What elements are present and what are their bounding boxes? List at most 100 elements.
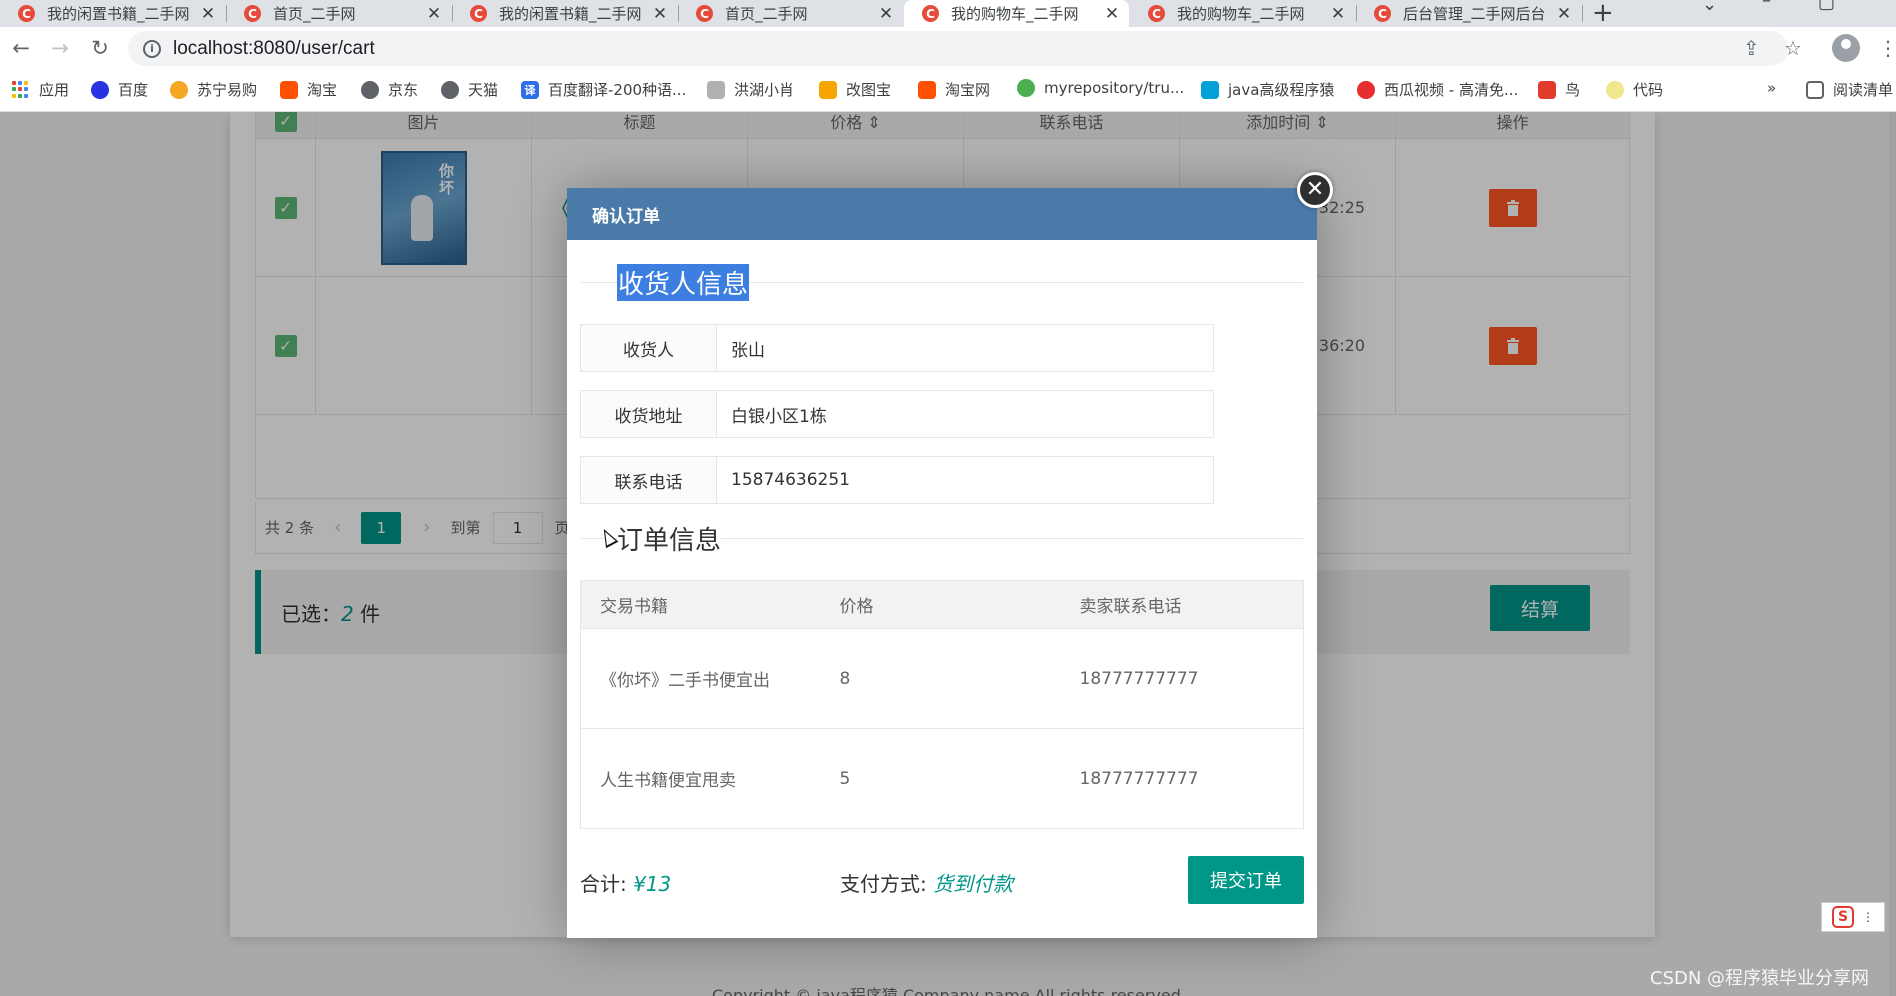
- bookmark-gaitubao[interactable]: 改图宝: [819, 79, 891, 100]
- bookmark-baidu-translate[interactable]: 译百度翻译-200种语...: [521, 79, 686, 100]
- xigua-icon: [1357, 80, 1375, 99]
- bookmark-bird[interactable]: 鸟: [1538, 79, 1580, 100]
- url-text: localhost:8080/user/cart: [173, 37, 375, 59]
- tab-5[interactable]: C 我的购物车_二手网 ✕: [1130, 0, 1355, 27]
- share-icon[interactable]: ⇪: [1743, 36, 1760, 60]
- bookmark-label: 改图宝: [846, 81, 892, 99]
- bookmark-label: 苏宁易购: [197, 81, 258, 99]
- tab-close-icon[interactable]: ✕: [423, 4, 445, 24]
- bookmark-jd[interactable]: 京东: [361, 79, 418, 100]
- bookmark-taobao[interactable]: 淘宝: [280, 79, 337, 100]
- bookmark-code[interactable]: 代码: [1606, 79, 1663, 100]
- address-bar: ← → ↻ i localhost:8080/user/cart ⇪ ☆ ⋮: [0, 27, 1896, 70]
- dialog-footer: 合计: ¥13 支付方式: 货到付款 提交订单: [580, 856, 1304, 906]
- bookmark-suning[interactable]: 苏宁易购: [170, 79, 257, 100]
- code-icon: [1606, 80, 1624, 99]
- csdn-favicon-icon: C: [244, 5, 261, 22]
- receiver-name-input[interactable]: 张山: [717, 325, 1213, 371]
- tab-close-icon[interactable]: ✕: [1327, 4, 1349, 24]
- back-arrow-icon[interactable]: ←: [8, 35, 34, 61]
- bookmark-java[interactable]: java高级程序猿: [1201, 79, 1334, 100]
- ime-menu-icon[interactable]: ⋮: [1862, 910, 1874, 924]
- csdn-favicon-icon: C: [922, 5, 939, 22]
- dialog-title: 确认订单: [567, 188, 1317, 240]
- tab-4-active[interactable]: C 我的购物车_二手网 ✕: [904, 0, 1129, 27]
- tab-3[interactable]: C 首页_二手网 ✕: [678, 0, 903, 27]
- tab-search-icon[interactable]: ⌄: [1702, 0, 1717, 15]
- reading-list-icon: [1806, 80, 1824, 99]
- menu-kebab-icon[interactable]: ⋮: [1878, 36, 1896, 60]
- payment-method: 支付方式: 货到付款: [840, 868, 1013, 897]
- bird-icon: [1538, 80, 1556, 99]
- tab-0[interactable]: C 我的闲置书籍_二手网 ✕: [0, 0, 225, 27]
- tab-strip: C 我的闲置书籍_二手网 ✕ C 首页_二手网 ✕ C 我的闲置书籍_二手网 ✕ C 首页_二…: [0, 0, 1896, 27]
- maximize-icon[interactable]: ▢: [1818, 0, 1835, 13]
- taobao-icon: [280, 80, 298, 99]
- bookmark-xigua[interactable]: 西瓜视频 - 高清免...: [1357, 79, 1518, 100]
- site-info-icon[interactable]: i: [143, 39, 161, 58]
- ime-toolbar[interactable]: S ⋮: [1821, 902, 1885, 932]
- tab-close-icon[interactable]: ✕: [1553, 4, 1575, 24]
- csdn-favicon-icon: C: [470, 5, 487, 22]
- bookmark-honghu[interactable]: 洪湖小肖: [707, 79, 794, 100]
- tab-label: 首页_二手网: [725, 5, 808, 23]
- csdn-favicon-icon: C: [696, 5, 713, 22]
- bookmark-label: 代码: [1633, 81, 1664, 99]
- reading-list[interactable]: 阅读清单: [1806, 79, 1893, 100]
- reload-icon[interactable]: ↻: [87, 35, 113, 61]
- tab-label: 我的购物车_二手网: [1177, 5, 1305, 23]
- pay-label: 支付方式:: [840, 872, 927, 896]
- csdn-favicon-icon: C: [1148, 5, 1165, 22]
- scrollbar[interactable]: [1889, 112, 1896, 996]
- bookmark-baidu[interactable]: 百度: [91, 79, 148, 100]
- tab-close-icon[interactable]: ✕: [875, 4, 897, 24]
- tab-close-icon[interactable]: ✕: [197, 4, 219, 24]
- bookmarks-bar: 应用 百度 苏宁易购 淘宝 京东 天猫 译百度翻译-200种语... 洪湖小肖 …: [0, 70, 1896, 112]
- bookmark-label: 鸟: [1565, 81, 1581, 99]
- order-total: 合计: ¥13: [580, 868, 671, 897]
- bookmark-label: 天猫: [468, 81, 499, 99]
- bookmark-tmall[interactable]: 天猫: [441, 79, 498, 100]
- sogou-ime-icon[interactable]: S: [1832, 906, 1854, 928]
- bookmark-label: 应用: [39, 81, 70, 99]
- order-row: 《你坏》二手书便宜出 8 18777777777: [580, 628, 1304, 729]
- total-label: 合计:: [580, 872, 627, 896]
- apps-grid-icon: [12, 80, 30, 99]
- globe-icon: [441, 80, 459, 99]
- pay-value: 货到付款: [933, 872, 1014, 896]
- bilibili-tv-icon: [1201, 80, 1219, 99]
- url-field[interactable]: i localhost:8080/user/cart: [128, 31, 1788, 66]
- order-row: 人生书籍便宜甩卖 5 18777777777: [580, 728, 1304, 829]
- order-section-title: 订单信息: [617, 520, 722, 557]
- tab-2[interactable]: C 我的闲置书籍_二手网 ✕: [452, 0, 677, 27]
- receiver-address-row: 收货地址 白银小区1栋: [580, 390, 1214, 438]
- dialog-close-icon[interactable]: ✕: [1297, 172, 1333, 208]
- receiver-name-row: 收货人 张山: [580, 324, 1214, 372]
- forward-arrow-icon[interactable]: →: [47, 35, 73, 61]
- bookmark-taobaowang[interactable]: 淘宝网: [918, 79, 990, 100]
- bird-icon: [707, 80, 725, 99]
- bookmarks-overflow-icon[interactable]: »: [1767, 79, 1776, 97]
- new-tab-button[interactable]: +: [1592, 0, 1614, 27]
- baidu-paw-icon: [91, 80, 109, 99]
- bookmark-label: 京东: [388, 81, 419, 99]
- tab-close-icon[interactable]: ✕: [649, 4, 671, 24]
- tab-label: 我的闲置书籍_二手网: [47, 5, 190, 23]
- tab-1[interactable]: C 首页_二手网 ✕: [226, 0, 451, 27]
- minimize-icon[interactable]: –: [1762, 0, 1771, 11]
- receiver-address-input[interactable]: 白银小区1栋: [717, 391, 1213, 437]
- bookmark-star-icon[interactable]: ☆: [1784, 36, 1802, 60]
- receiver-phone-input[interactable]: 15874636251: [717, 457, 1213, 503]
- order-col-header: 卖家联系电话: [1060, 580, 1304, 629]
- bookmark-label: 淘宝网: [945, 81, 991, 99]
- tab-close-icon[interactable]: ✕: [1101, 4, 1123, 24]
- order-book: 人生书籍便宜甩卖: [580, 728, 821, 829]
- order-table: 交易书籍 价格 卖家联系电话 《你坏》二手书便宜出 8 18777777777 …: [580, 580, 1304, 829]
- submit-order-button[interactable]: 提交订单: [1188, 856, 1304, 904]
- bookmark-label: java高级程序猿: [1228, 81, 1335, 99]
- bookmark-apps[interactable]: 应用: [12, 79, 69, 100]
- profile-avatar-icon[interactable]: [1832, 34, 1860, 62]
- bookmark-myrepository[interactable]: myrepository/tru...: [1017, 79, 1184, 97]
- tab-6[interactable]: C 后台管理_二手网后台 ✕: [1356, 0, 1581, 27]
- gaitubao-icon: [819, 80, 837, 99]
